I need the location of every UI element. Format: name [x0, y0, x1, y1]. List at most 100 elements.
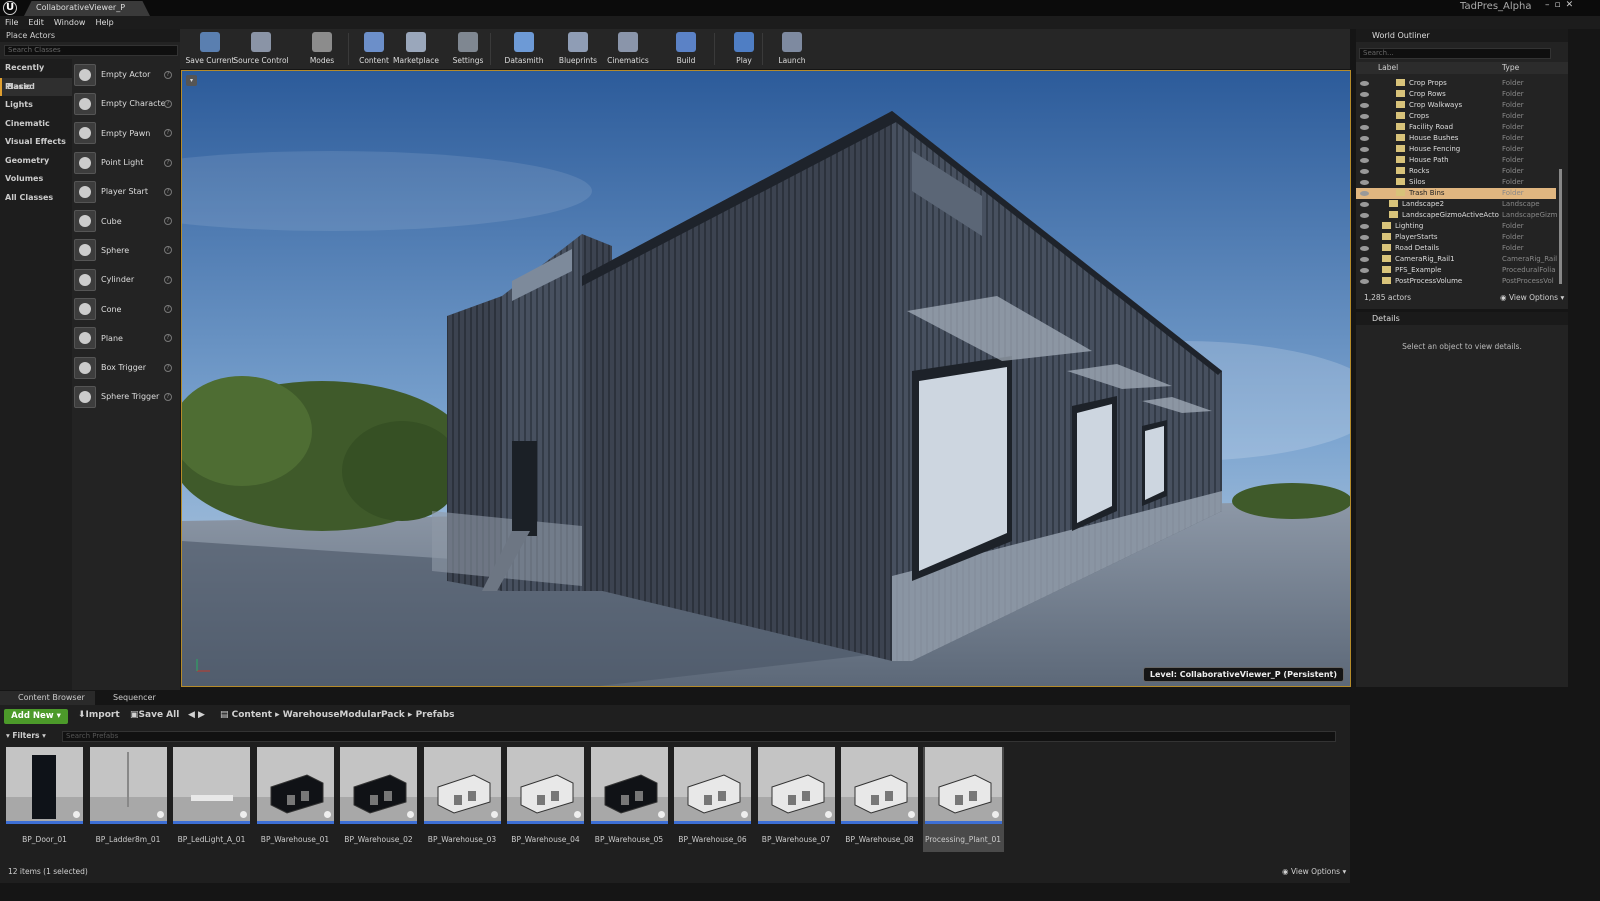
- outliner-row[interactable]: Trash Bins Folder: [1356, 188, 1556, 199]
- outliner-row[interactable]: Landscape2 Landscape: [1356, 199, 1556, 210]
- document-tab[interactable]: CollaborativeViewer_P: [24, 1, 150, 16]
- outliner-row[interactable]: PFS_Example ProceduralFolia: [1356, 265, 1556, 276]
- visibility-eye-icon[interactable]: [1360, 81, 1369, 86]
- outliner-row[interactable]: Crop Rows Folder: [1356, 89, 1556, 100]
- visibility-eye-icon[interactable]: [1360, 136, 1369, 141]
- category-geometry[interactable]: Geometry: [0, 152, 72, 171]
- help-icon[interactable]: ?: [164, 305, 172, 314]
- place-item[interactable]: Empty Characte?: [74, 89, 178, 118]
- outliner-row[interactable]: Lighting Folder: [1356, 221, 1556, 232]
- content-view-options[interactable]: ◉ View Options ▾: [1282, 867, 1346, 876]
- outliner-row[interactable]: CameraRig_Rail1 CameraRig_Rail: [1356, 254, 1557, 265]
- visibility-eye-icon[interactable]: [1360, 268, 1369, 273]
- details-header[interactable]: Details: [1356, 312, 1568, 325]
- asset-tile[interactable]: Processing_Plant_01: [922, 747, 1004, 852]
- outliner-view-options[interactable]: ◉ View Options ▾: [1500, 291, 1564, 305]
- asset-tile[interactable]: BP_Door_01: [6, 747, 83, 852]
- help-icon[interactable]: ?: [164, 70, 172, 79]
- toolbar-cinematics-button[interactable]: Cinematics: [600, 29, 656, 69]
- outliner-row[interactable]: Rocks Folder: [1356, 166, 1556, 177]
- visibility-eye-icon[interactable]: [1360, 125, 1369, 130]
- help-icon[interactable]: ?: [164, 275, 172, 284]
- toolbar-build-button[interactable]: Build: [658, 29, 714, 69]
- search-classes-input[interactable]: Search Classes: [4, 45, 178, 56]
- help-icon[interactable]: ?: [164, 246, 172, 255]
- outliner-row[interactable]: House Bushes Folder: [1356, 133, 1556, 144]
- place-item[interactable]: Point Light?: [74, 148, 178, 177]
- outliner-row[interactable]: Road Details Folder: [1356, 243, 1556, 254]
- toolbar-launch-button[interactable]: Launch: [764, 29, 820, 69]
- visibility-eye-icon[interactable]: [1360, 202, 1369, 207]
- place-item[interactable]: Sphere?: [74, 236, 178, 265]
- help-icon[interactable]: ?: [164, 392, 172, 401]
- toolbar-datasmith-button[interactable]: Datasmith: [496, 29, 552, 69]
- outliner-row[interactable]: PostProcessVolume PostProcessVol: [1356, 276, 1556, 287]
- category-lights[interactable]: Lights: [0, 96, 72, 115]
- menu-file[interactable]: File: [0, 16, 23, 29]
- menu-help[interactable]: Help: [90, 16, 118, 29]
- visibility-eye-icon[interactable]: [1360, 92, 1369, 97]
- outliner-row[interactable]: House Path Folder: [1356, 155, 1556, 166]
- outliner-row[interactable]: LandscapeGizmoActiveActo LandscapeGizm: [1356, 210, 1557, 221]
- help-icon[interactable]: ?: [164, 334, 172, 343]
- outliner-row[interactable]: Crop Walkways Folder: [1356, 100, 1556, 111]
- help-icon[interactable]: ?: [164, 129, 172, 138]
- outliner-row[interactable]: Crop Props Folder: [1356, 78, 1556, 89]
- place-item[interactable]: Player Start?: [74, 177, 178, 206]
- toolbar-settings-button[interactable]: Settings: [440, 29, 496, 69]
- outliner-row[interactable]: PlayerStarts Folder: [1356, 232, 1556, 243]
- visibility-eye-icon[interactable]: [1360, 224, 1369, 229]
- toolbar-marketplace-button[interactable]: Marketplace: [388, 29, 444, 69]
- visibility-eye-icon[interactable]: [1360, 158, 1369, 163]
- asset-tile[interactable]: BP_LedLight_A_01: [173, 747, 250, 852]
- window-controls[interactable]: –▫✕: [1545, 0, 1578, 10]
- visibility-eye-icon[interactable]: [1360, 114, 1369, 119]
- outliner-row[interactable]: Facility Road Folder: [1356, 122, 1556, 133]
- help-icon[interactable]: ?: [164, 99, 172, 108]
- asset-tile[interactable]: BP_Warehouse_08: [841, 747, 918, 852]
- toolbar-blueprints-button[interactable]: Blueprints: [550, 29, 606, 69]
- toolbar-modes-button[interactable]: Modes: [294, 29, 350, 69]
- column-type[interactable]: Type: [1502, 62, 1519, 74]
- help-icon[interactable]: ?: [164, 363, 172, 372]
- place-item[interactable]: Box Trigger?: [74, 353, 178, 382]
- visibility-eye-icon[interactable]: [1360, 246, 1369, 251]
- category-recently-placed[interactable]: Recently Placed: [0, 59, 72, 91]
- asset-tile[interactable]: BP_Warehouse_05: [590, 747, 668, 852]
- category-volumes[interactable]: Volumes: [0, 170, 72, 189]
- menu-edit[interactable]: Edit: [23, 16, 49, 29]
- place-item[interactable]: Empty Actor?: [74, 60, 178, 89]
- outliner-row[interactable]: Silos Folder: [1356, 177, 1556, 188]
- category-basic[interactable]: Basic: [0, 77, 72, 96]
- toolbar-save-current-button[interactable]: Save Current: [182, 29, 238, 69]
- visibility-eye-icon[interactable]: [1360, 279, 1369, 284]
- category-cinematic[interactable]: Cinematic: [0, 115, 72, 134]
- visibility-eye-icon[interactable]: [1360, 257, 1369, 262]
- asset-tile[interactable]: BP_Ladder8m_01: [89, 747, 167, 852]
- help-icon[interactable]: ?: [164, 217, 172, 226]
- place-item[interactable]: Cone?: [74, 294, 178, 323]
- level-viewport[interactable]: ▾ Level: CollaborativeViewer_P (Persiste…: [181, 70, 1351, 687]
- outliner-scrollbar[interactable]: [1559, 169, 1562, 284]
- menu-window[interactable]: Window: [49, 16, 91, 29]
- place-item[interactable]: Cube?: [74, 206, 178, 235]
- asset-tile[interactable]: BP_Warehouse_04: [507, 747, 584, 852]
- outliner-row[interactable]: Crops Folder: [1356, 111, 1556, 122]
- visibility-eye-icon[interactable]: [1360, 191, 1369, 196]
- asset-tile[interactable]: BP_Warehouse_01: [256, 747, 334, 852]
- visibility-eye-icon[interactable]: [1360, 147, 1369, 152]
- visibility-eye-icon[interactable]: [1360, 213, 1369, 218]
- visibility-eye-icon[interactable]: [1360, 235, 1369, 240]
- outliner-row[interactable]: House Fencing Folder: [1356, 144, 1556, 155]
- visibility-eye-icon[interactable]: [1360, 169, 1369, 174]
- visibility-eye-icon[interactable]: [1360, 103, 1369, 108]
- visibility-eye-icon[interactable]: [1360, 180, 1369, 185]
- help-icon[interactable]: ?: [164, 158, 172, 167]
- category-all-classes[interactable]: All Classes: [0, 189, 72, 208]
- outliner-header[interactable]: World Outliner: [1356, 29, 1568, 42]
- asset-tile[interactable]: BP_Warehouse_07: [757, 747, 835, 852]
- toolbar-source-control-button[interactable]: Source Control: [233, 29, 289, 69]
- asset-tile[interactable]: BP_Warehouse_02: [340, 747, 417, 852]
- place-item[interactable]: Plane?: [74, 324, 178, 353]
- asset-tile[interactable]: BP_Warehouse_06: [674, 747, 751, 852]
